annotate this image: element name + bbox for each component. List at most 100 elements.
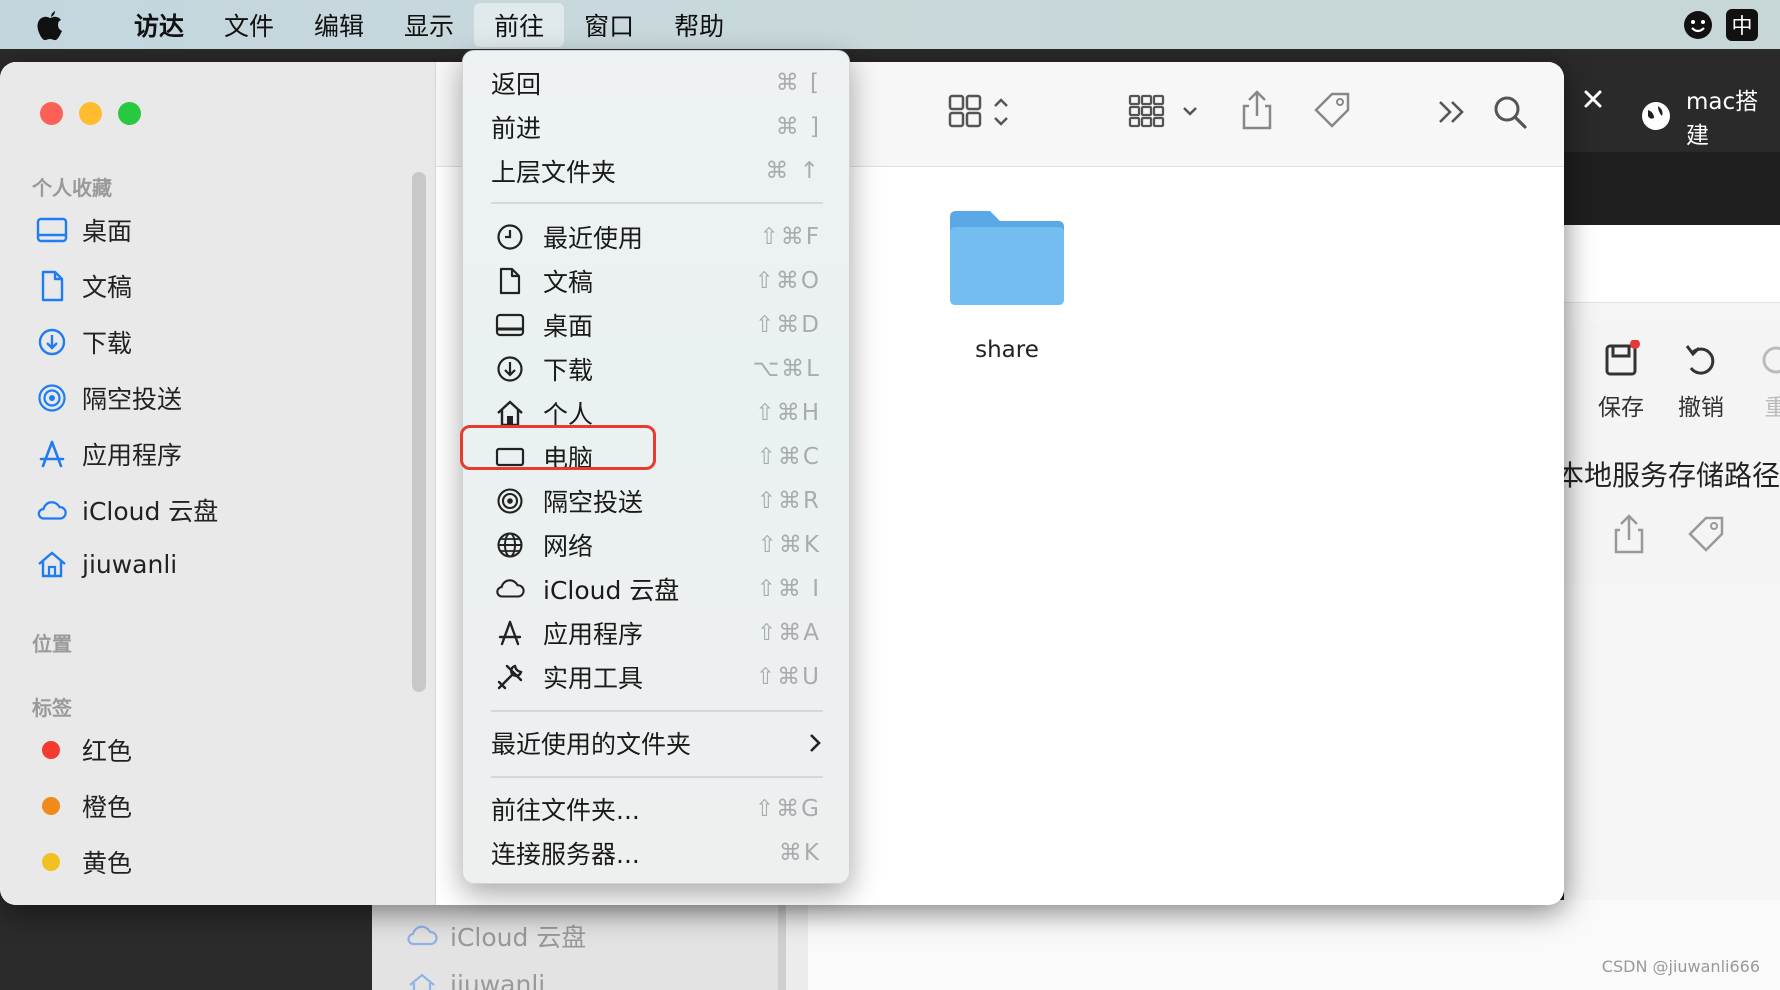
sidebar-tag-orange[interactable]: 橙色 (36, 788, 132, 824)
menu-item-label: 实用工具 (543, 664, 644, 693)
apple-logo-icon[interactable] (36, 0, 96, 49)
icon-view-grid-icon[interactable] (948, 92, 1018, 132)
sidebar-item-label: 应用程序 (82, 441, 183, 470)
menu-item-shortcut: ⇧⌘C (756, 444, 821, 470)
sidebar-item-label: 下载 (82, 329, 133, 358)
search-icon[interactable] (1492, 94, 1528, 130)
icloud-icon (495, 574, 525, 604)
menu-separator (491, 710, 823, 712)
menu-item-shortcut: ⇧⌘F (759, 224, 821, 250)
orange-tag-dot (42, 797, 60, 815)
download-icon (36, 326, 68, 358)
menu-edit[interactable]: 编辑 (294, 0, 384, 49)
menu-item-back[interactable]: 返回 ⌘ [ (463, 61, 851, 105)
download-icon (495, 354, 525, 384)
icloud-icon (36, 494, 68, 526)
menu-item-utilities[interactable]: 实用工具 ⇧⌘U (463, 655, 851, 699)
menu-item-documents[interactable]: 文稿 ⇧⌘O (463, 259, 851, 303)
sidebar-item-documents[interactable]: 文稿 (36, 268, 132, 304)
sidebar-item-applications[interactable]: 应用程序 (36, 436, 182, 472)
menu-bar: 访达 文件 编辑 显示 前往 窗口 帮助 中 (0, 0, 1780, 49)
applications-icon (495, 618, 525, 648)
menu-item-label: 连接服务器... (491, 840, 640, 869)
applications-icon (36, 438, 68, 470)
icloud-icon (406, 924, 438, 948)
menu-item-connect-to-server[interactable]: 连接服务器... ⌘K (463, 831, 851, 875)
input-method-indicator[interactable]: 中 (1726, 8, 1758, 41)
menu-separator (491, 776, 823, 778)
sidebar-tag-yellow[interactable]: 黄色 (36, 844, 132, 880)
desktop-icon (495, 310, 525, 340)
menu-item-shortcut: ⇧⌘ I (756, 576, 821, 602)
menu-item-go-to-folder[interactable]: 前往文件夹... ⇧⌘G (463, 787, 851, 831)
sidebar-tag-red[interactable]: 红色 (36, 732, 132, 768)
browser-redo-label: 重 (1764, 395, 1780, 421)
save-icon (1601, 340, 1641, 380)
folder-icon[interactable] (946, 207, 1068, 307)
menu-item-forward[interactable]: 前进 ⌘ ] (463, 105, 851, 149)
tags-header: 标签 (32, 696, 72, 720)
tag-icon[interactable] (1684, 512, 1728, 556)
sidebar-item-icloud[interactable]: iCloud 云盘 (36, 492, 218, 528)
menu-item-label: 隔空投送 (543, 488, 644, 517)
menu-item-enclosing-folder[interactable]: 上层文件夹 ⌘ ↑ (463, 149, 851, 193)
browser-tab-close-icon[interactable] (1578, 84, 1608, 114)
menu-item-icloud[interactable]: iCloud 云盘 ⇧⌘ I (463, 567, 851, 611)
menu-app-name[interactable]: 访达 (114, 0, 204, 49)
menu-item-label: 应用程序 (543, 620, 644, 649)
sidebar-item-desktop[interactable]: 桌面 (36, 212, 132, 248)
browser-undo-button[interactable]: 撤销 (1669, 340, 1733, 422)
airdrop-icon (36, 382, 68, 414)
favorites-header: 个人收藏 (32, 176, 112, 200)
share-icon[interactable] (1612, 512, 1646, 556)
menu-help[interactable]: 帮助 (654, 0, 744, 49)
browser-save-label: 保存 (1598, 395, 1644, 421)
group-by-icon[interactable] (1128, 92, 1204, 132)
menu-separator (491, 202, 823, 204)
sidebar-item-label: 桌面 (82, 217, 133, 246)
home-icon (36, 548, 68, 580)
minimize-window-button[interactable] (79, 102, 102, 125)
folder-label[interactable]: share (916, 337, 1098, 363)
menu-item-label: 下载 (543, 356, 594, 385)
menu-item-label: 网络 (543, 532, 594, 561)
smiley-icon[interactable] (1682, 9, 1714, 41)
menu-item-airdrop[interactable]: 隔空投送 ⇧⌘R (463, 479, 851, 523)
sidebar-scrollbar[interactable] (412, 172, 426, 692)
browser-redo-button[interactable]: 重 (1744, 340, 1780, 422)
menu-item-shortcut: ⇧⌘G (754, 796, 821, 822)
menu-item-shortcut: ⇧⌘O (754, 268, 821, 294)
zoom-window-button[interactable] (118, 102, 141, 125)
sidebar-item-airdrop[interactable]: 隔空投送 (36, 380, 182, 416)
chevron-right-icon (807, 731, 823, 755)
menu-item-label: 前往文件夹... (491, 796, 640, 825)
share-icon[interactable] (1240, 88, 1274, 132)
menu-item-shortcut: ⇧⌘R (756, 488, 821, 514)
airdrop-icon (495, 486, 525, 516)
close-window-button[interactable] (40, 102, 63, 125)
menu-go[interactable]: 前往 (474, 2, 565, 47)
menu-item-recent-folders[interactable]: 最近使用的文件夹 (463, 721, 851, 765)
browser-save-button[interactable]: 保存 (1589, 340, 1653, 422)
browser-page-header (1564, 225, 1780, 303)
sidebar-item-label: 文稿 (82, 273, 133, 302)
clock-icon (495, 222, 525, 252)
background-finder-sidebar: iCloud 云盘 jiuwanli (372, 900, 786, 990)
menu-view[interactable]: 显示 (384, 0, 474, 49)
menu-item-network[interactable]: 网络 ⇧⌘K (463, 523, 851, 567)
menu-item-shortcut: ⇧⌘H (755, 400, 821, 426)
menu-item-downloads[interactable]: 下载 ⌥⌘L (463, 347, 851, 391)
sidebar-item-downloads[interactable]: 下载 (36, 324, 132, 360)
background-finder-content (808, 900, 1780, 990)
more-chevron-icon[interactable] (1434, 94, 1468, 130)
menu-item-recents[interactable]: 最近使用 ⇧⌘F (463, 215, 851, 259)
sidebar-item-home[interactable]: jiuwanli (36, 548, 177, 580)
tag-icon[interactable] (1310, 88, 1354, 132)
menu-item-applications[interactable]: 应用程序 ⇧⌘A (463, 611, 851, 655)
globe-icon (1640, 100, 1672, 132)
sidebar-item-label: 隔空投送 (82, 385, 183, 414)
menu-window[interactable]: 窗口 (564, 0, 654, 49)
browser-tab[interactable]: mac搭建 (1640, 82, 1780, 150)
menu-item-desktop[interactable]: 桌面 ⇧⌘D (463, 303, 851, 347)
menu-file[interactable]: 文件 (204, 0, 294, 49)
